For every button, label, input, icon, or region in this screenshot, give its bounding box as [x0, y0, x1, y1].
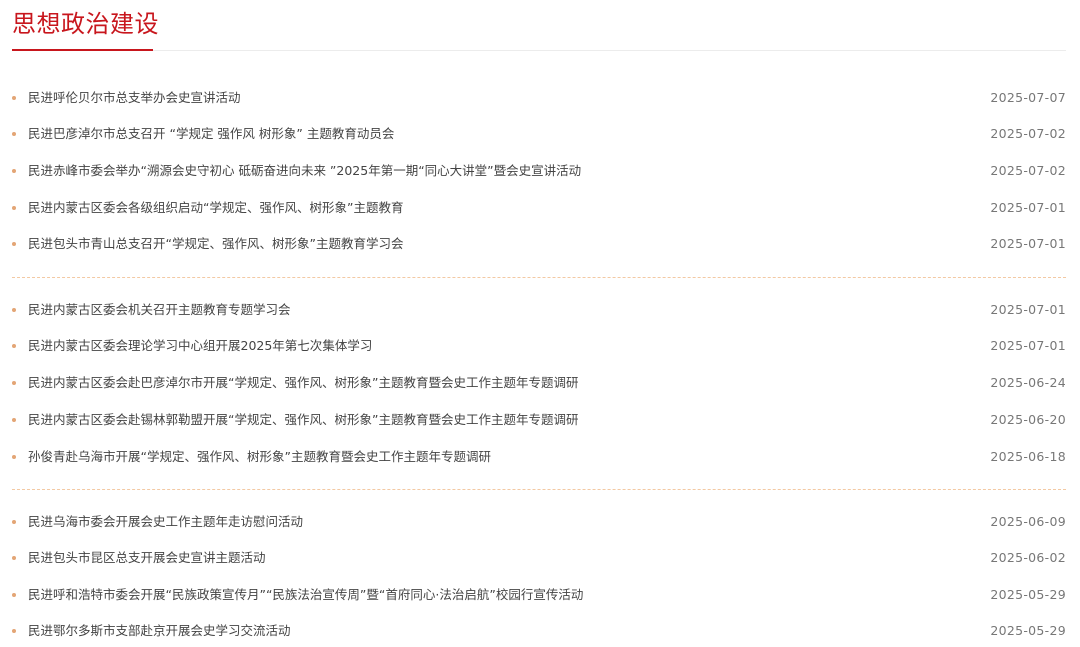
news-date: 2025-05-29 [990, 623, 1066, 638]
news-date: 2025-05-29 [990, 587, 1066, 602]
news-date: 2025-06-18 [990, 449, 1066, 464]
news-date: 2025-07-01 [990, 200, 1066, 215]
list-item[interactable]: 民进包头市青山总支召开“学规定、强作风、树形象”主题教育学习会 2025-07-… [12, 233, 1066, 255]
title-underline [12, 49, 153, 51]
list-item[interactable]: 民进呼和浩特市委会开展“民族政策宣传月”“民族法治宣传周”暨“首府同心·法治启航… [12, 584, 1066, 606]
news-date: 2025-06-02 [990, 550, 1066, 565]
news-title-link[interactable]: 民进呼伦贝尔市总支举办会史宣讲活动 [28, 87, 241, 109]
news-title-link[interactable]: 民进乌海市委会开展会史工作主题年走访慰问活动 [28, 511, 303, 533]
list-item[interactable]: 民进乌海市委会开展会史工作主题年走访慰问活动 2025-06-09 [12, 511, 1066, 533]
news-date: 2025-07-01 [990, 236, 1066, 251]
news-title-link[interactable]: 民进内蒙古区委会各级组织启动“学规定、强作风、树形象”主题教育 [28, 197, 403, 219]
list-item[interactable]: 民进内蒙古区委会理论学习中心组开展2025年第七次集体学习 2025-07-01 [12, 335, 1066, 357]
bullet-dot-icon [12, 556, 16, 560]
bullet-dot-icon [12, 206, 16, 210]
section-title: 思想政治建设 [12, 10, 159, 38]
list-item[interactable]: 民进内蒙古区委会赴锡林郭勒盟开展“学规定、强作风、树形象”主题教育暨会史工作主题… [12, 409, 1066, 431]
news-date: 2025-07-02 [990, 163, 1066, 178]
news-title-link[interactable]: 民进包头市昆区总支开展会史宣讲主题活动 [28, 547, 266, 569]
news-date: 2025-06-09 [990, 514, 1066, 529]
list-item[interactable]: 民进内蒙古区委会各级组织启动“学规定、强作风、树形象”主题教育 2025-07-… [12, 197, 1066, 219]
bullet-dot-icon [12, 418, 16, 422]
list-item[interactable]: 民进鄂尔多斯市支部赴京开展会史学习交流活动 2025-05-29 [12, 620, 1066, 642]
list-item[interactable]: 民进赤峰市委会举办“溯源会史守初心 砥砺奋进向未来 ”2025年第一期“同心大讲… [12, 160, 1066, 182]
list-item[interactable]: 民进包头市昆区总支开展会史宣讲主题活动 2025-06-02 [12, 547, 1066, 569]
news-date: 2025-06-24 [990, 375, 1066, 390]
news-date: 2025-07-01 [990, 302, 1066, 317]
bullet-dot-icon [12, 381, 16, 385]
group-divider [12, 489, 1066, 490]
news-title-link[interactable]: 民进赤峰市委会举办“溯源会史守初心 砥砺奋进向未来 ”2025年第一期“同心大讲… [28, 160, 581, 182]
news-title-link[interactable]: 民进包头市青山总支召开“学规定、强作风、树形象”主题教育学习会 [28, 233, 403, 255]
news-date: 2025-06-20 [990, 412, 1066, 427]
bullet-dot-icon [12, 520, 16, 524]
news-title-link[interactable]: 民进内蒙古区委会机关召开主题教育专题学习会 [28, 299, 291, 321]
list-item[interactable]: 民进内蒙古区委会机关召开主题教育专题学习会 2025-07-01 [12, 299, 1066, 321]
bullet-dot-icon [12, 242, 16, 246]
bullet-dot-icon [12, 96, 16, 100]
section-header: 思想政治建设 [12, 0, 1066, 51]
list-item[interactable]: 孙俊青赴乌海市开展“学规定、强作风、树形象”主题教育暨会史工作主题年专题调研 2… [12, 446, 1066, 468]
news-title-link[interactable]: 民进内蒙古区委会赴巴彦淖尔市开展“学规定、强作风、树形象”主题教育暨会史工作主题… [28, 372, 578, 394]
bullet-dot-icon [12, 132, 16, 136]
news-title-link[interactable]: 民进内蒙古区委会赴锡林郭勒盟开展“学规定、强作风、树形象”主题教育暨会史工作主题… [28, 409, 578, 431]
news-date: 2025-07-01 [990, 338, 1066, 353]
group-divider [12, 277, 1066, 278]
list-item[interactable]: 民进呼伦贝尔市总支举办会史宣讲活动 2025-07-07 [12, 87, 1066, 109]
news-date: 2025-07-07 [990, 90, 1066, 105]
news-title-link[interactable]: 民进巴彦淖尔市总支召开 “学规定 强作风 树形象” 主题教育动员会 [28, 123, 394, 145]
bullet-dot-icon [12, 455, 16, 459]
list-item[interactable]: 民进内蒙古区委会赴巴彦淖尔市开展“学规定、强作风、树形象”主题教育暨会史工作主题… [12, 372, 1066, 394]
bullet-dot-icon [12, 593, 16, 597]
bullet-dot-icon [12, 344, 16, 348]
news-title-link[interactable]: 民进鄂尔多斯市支部赴京开展会史学习交流活动 [28, 620, 291, 642]
list-item[interactable]: 民进巴彦淖尔市总支召开 “学规定 强作风 树形象” 主题教育动员会 2025-0… [12, 123, 1066, 145]
bullet-dot-icon [12, 169, 16, 173]
bullet-dot-icon [12, 629, 16, 633]
news-title-link[interactable]: 孙俊青赴乌海市开展“学规定、强作风、树形象”主题教育暨会史工作主题年专题调研 [28, 446, 491, 468]
bullet-dot-icon [12, 308, 16, 312]
news-title-link[interactable]: 民进呼和浩特市委会开展“民族政策宣传月”“民族法治宣传周”暨“首府同心·法治启航… [28, 584, 583, 606]
news-date: 2025-07-02 [990, 126, 1066, 141]
news-title-link[interactable]: 民进内蒙古区委会理论学习中心组开展2025年第七次集体学习 [28, 335, 372, 357]
